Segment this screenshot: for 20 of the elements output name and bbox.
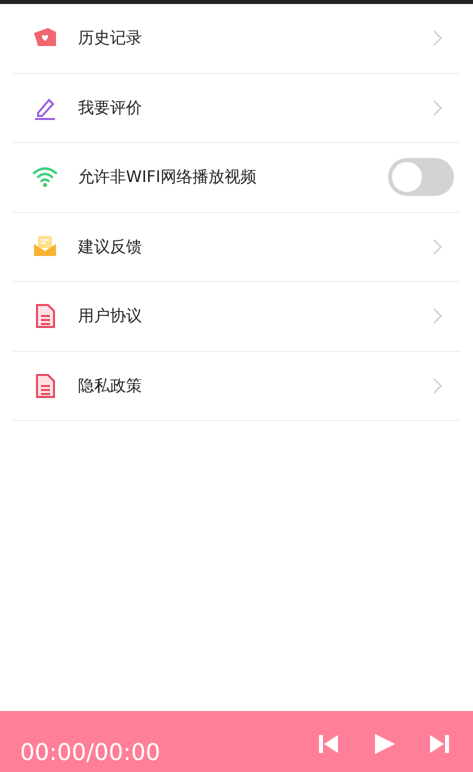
settings-row[interactable]: 建议反馈 [13,212,460,282]
settings-label: 隐私政策 [78,374,143,397]
settings-label: 我要评价 [78,96,143,119]
playback-time: 00:00/00:00 [20,738,160,768]
chevron-right-icon [432,308,442,324]
settings-label: 用户协议 [78,305,143,328]
settings-row[interactable]: 历史记录 [13,4,460,74]
chevron-right-icon [432,238,442,255]
play-button[interactable] [372,731,396,755]
settings-label: 历史记录 [78,27,143,50]
settings-row[interactable]: 我要评价 [13,74,460,143]
settings-row[interactable]: 允许非WIFI网络播放视频 [13,143,460,212]
settings-label: 建议反馈 [78,236,143,258]
settings-row[interactable]: 隐私政策 [13,352,460,421]
settings-row[interactable]: 用户协议 [13,282,460,352]
toggle-switch[interactable] [388,158,454,196]
chevron-right-icon [432,378,442,394]
chevron-right-icon [432,100,442,116]
settings-label: 允许非WIFI网络播放视频 [78,166,258,188]
chevron-right-icon [432,30,442,46]
